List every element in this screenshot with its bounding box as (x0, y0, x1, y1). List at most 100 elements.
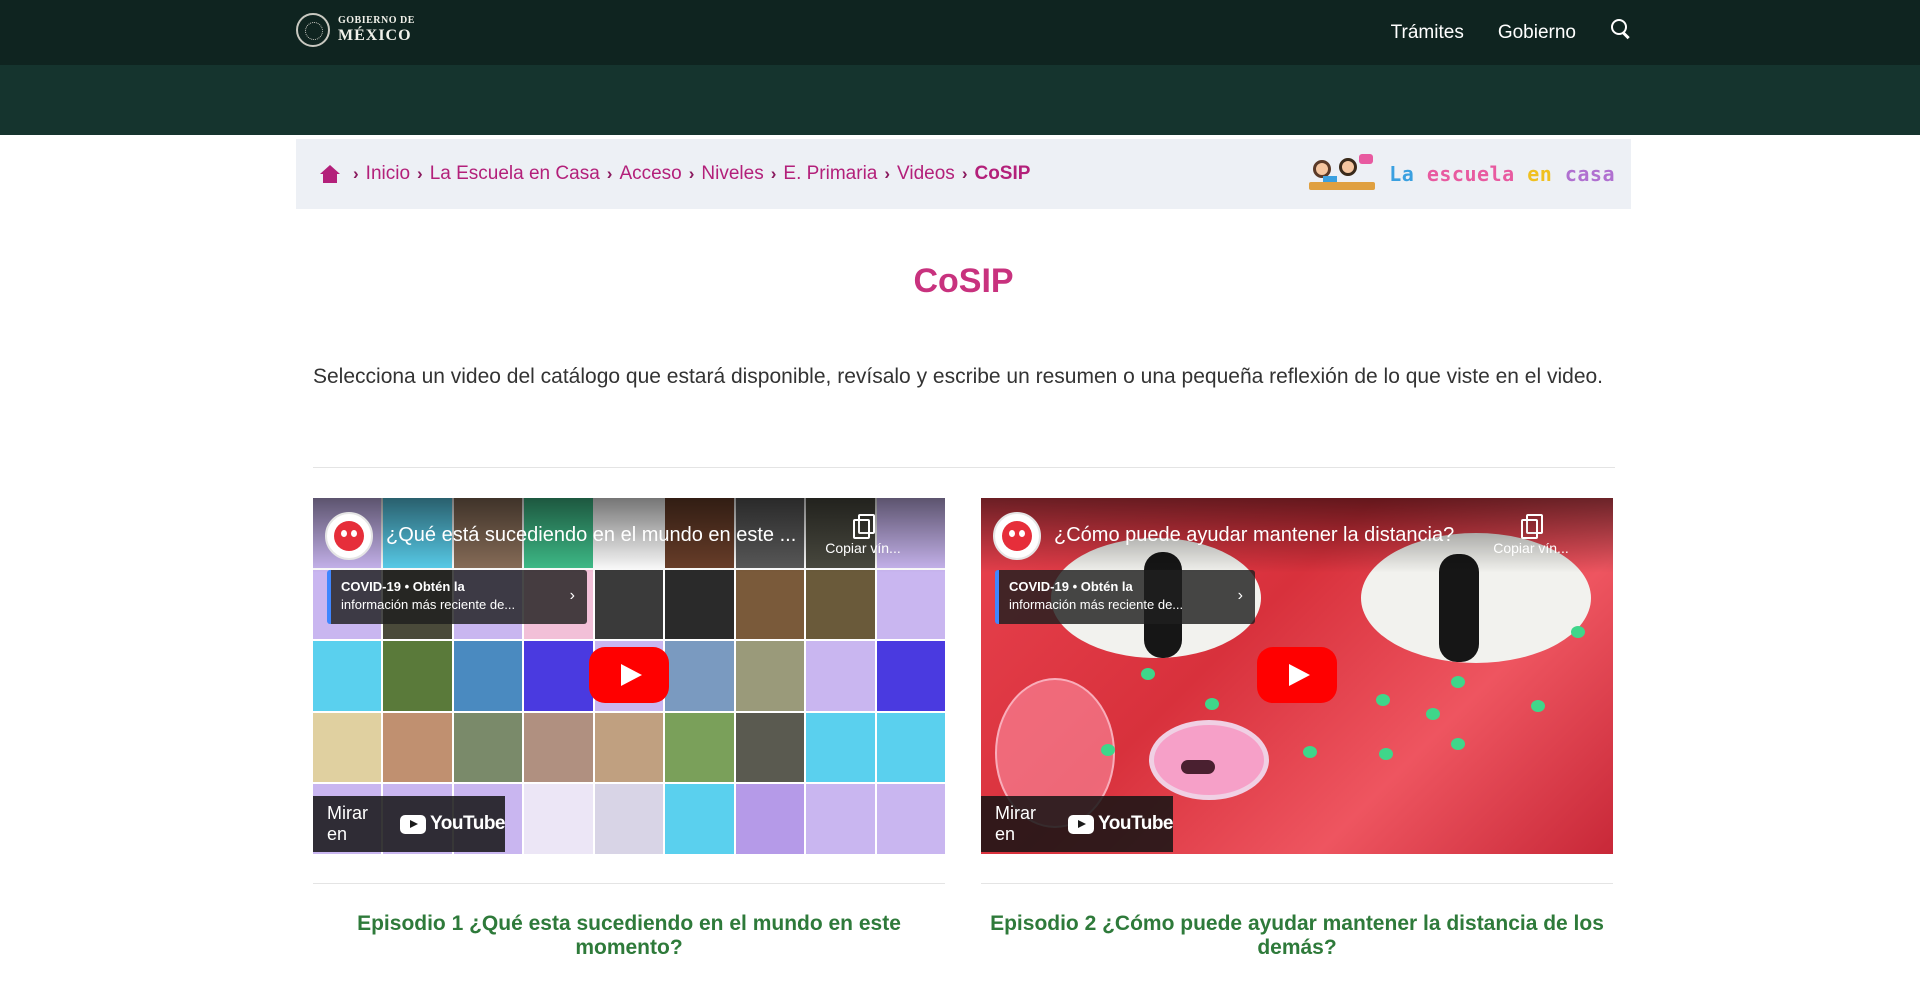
mosaic-tile (876, 641, 945, 711)
info-card-title: COVID-19 • Obtén la (341, 579, 465, 594)
mosaic-tile (594, 712, 664, 783)
mosaic-tile (383, 712, 452, 783)
breadcrumb-current: › CoSIP (955, 163, 1031, 185)
breadcrumb-label[interactable]: Niveles (701, 163, 763, 185)
copy-link-label: Copiar vín... (825, 540, 901, 556)
brand-wordmark: La escuela en casa (1389, 162, 1615, 186)
mosaic-tile (313, 641, 382, 711)
breadcrumb-label[interactable]: Inicio (366, 163, 410, 185)
brand-word-casa: casa (1564, 162, 1615, 186)
mosaic-tile (453, 641, 523, 711)
page-title: CoSIP (913, 262, 1014, 300)
watch-on-youtube-button[interactable]: Mirar en YouTube (313, 796, 505, 852)
nostril-shape (1181, 760, 1215, 774)
breadcrumb-item[interactable]: › Niveles (682, 163, 764, 185)
chevron-right-icon: › (770, 164, 777, 183)
mosaic-tile (524, 641, 593, 711)
search-icon[interactable] (1610, 18, 1632, 40)
channel-avatar[interactable] (993, 512, 1041, 560)
mosaic-tile (453, 712, 523, 783)
mosaic-tile (806, 712, 875, 783)
info-card-text: información más reciente de... (341, 597, 516, 612)
copy-link-label: Copiar vín... (1493, 540, 1569, 556)
video-title[interactable]: ¿Qué está sucediendo en el mundo en este… (386, 524, 806, 547)
brand-word-escuela: escuela (1426, 162, 1515, 186)
mosaic-tile (594, 569, 664, 640)
info-card[interactable]: COVID-19 • Obtén la información más reci… (995, 570, 1255, 624)
mosaic-tile (665, 641, 734, 711)
video-player-2[interactable]: ¿Cómo puede ayudar mantener la distancia… (981, 498, 1613, 854)
breadcrumb-item[interactable]: › La Escuela en Casa (410, 163, 600, 185)
info-card[interactable]: COVID-19 • Obtén la información más reci… (327, 570, 587, 624)
chevron-right-icon: › (353, 164, 359, 183)
mosaic-tile (806, 784, 875, 854)
chevron-right-icon: › (417, 164, 423, 183)
youtube-icon (1068, 814, 1095, 834)
episode-1-title[interactable]: Episodio 1 ¿Qué esta sucediendo en el mu… (313, 912, 945, 960)
mosaic-tile (806, 569, 875, 640)
logo-line1: GOBIERNO DE (338, 15, 415, 26)
breadcrumb-label[interactable]: Acceso (619, 163, 681, 185)
mosaic-tile (665, 569, 734, 640)
logo-text: GOBIERNO DE MÉXICO (338, 16, 415, 44)
nav-tramites[interactable]: Trámites (1391, 22, 1464, 44)
breadcrumb-item[interactable]: › Acceso (600, 163, 682, 185)
mosaic-tile (524, 784, 593, 854)
home-icon[interactable] (320, 165, 340, 183)
nav-gobierno[interactable]: Gobierno (1498, 22, 1576, 44)
channel-avatar[interactable] (325, 512, 373, 560)
brand-word-la: La (1389, 162, 1415, 186)
breadcrumb-item[interactable]: › Videos (877, 163, 954, 185)
mosaic-tile (313, 712, 382, 783)
mosaic-tile (735, 712, 805, 783)
divider (313, 467, 1615, 468)
gobierno-logo[interactable]: GOBIERNO DE MÉXICO (296, 13, 415, 47)
main-nav: Trámites Gobierno (1391, 0, 1632, 65)
watch-on-youtube-button[interactable]: Mirar en YouTube (981, 796, 1173, 852)
breadcrumb-label[interactable]: Videos (897, 163, 955, 185)
play-button-icon[interactable] (589, 647, 669, 703)
copy-link-button[interactable]: Copiar vín... (1483, 514, 1579, 556)
youtube-logo: YouTube (400, 813, 505, 835)
kids-illustration-icon (1309, 154, 1377, 194)
video-title[interactable]: ¿Cómo puede ayudar mantener la distancia… (1054, 524, 1474, 547)
mosaic-tile (383, 641, 452, 711)
mosaic-tile (735, 641, 805, 711)
mosaic-tile (876, 712, 945, 783)
breadcrumb-item[interactable]: › Inicio (346, 163, 410, 185)
breadcrumb-item[interactable]: › E. Primaria (764, 163, 878, 185)
watch-on-label: Mirar en (327, 803, 368, 844)
info-card-text: información más reciente de... (1009, 597, 1184, 612)
chevron-right-icon: › (569, 587, 575, 604)
copy-icon (1521, 514, 1543, 539)
mosaic-tile (665, 784, 734, 854)
intro-paragraph: Selecciona un video del catálogo que est… (313, 365, 1604, 388)
copy-icon (853, 514, 875, 539)
logo-line2: MÉXICO (338, 27, 412, 44)
breadcrumb-label[interactable]: La Escuela en Casa (430, 163, 600, 185)
youtube-wordmark: YouTube (430, 813, 505, 834)
mosaic-tile (735, 784, 805, 854)
seal-icon (296, 13, 330, 47)
chevron-right-icon: › (884, 164, 891, 183)
mosaic-tile (665, 712, 734, 783)
breadcrumb-current-label: CoSIP (974, 163, 1031, 184)
mosaic-tile (735, 569, 805, 640)
escuela-en-casa-logo[interactable]: La escuela en casa (1309, 151, 1615, 197)
watch-on-label: Mirar en (995, 803, 1036, 844)
chevron-right-icon: › (606, 164, 613, 183)
sub-navbar (0, 65, 1920, 135)
episode-2-title[interactable]: Episodio 2 ¿Cómo puede ayudar mantener l… (981, 912, 1613, 960)
chevron-right-icon: › (688, 164, 695, 183)
breadcrumb: › Inicio › La Escuela en Casa › Acceso › Niv… (296, 139, 1631, 209)
mosaic-tile (594, 784, 664, 854)
copy-link-button[interactable]: Copiar vín... (815, 514, 911, 556)
video-player-1[interactable]: ¿Qué está sucediendo en el mundo en este… (313, 498, 945, 854)
germ-icon (334, 521, 364, 551)
play-button-icon[interactable] (1257, 647, 1337, 703)
chevron-right-icon: › (1237, 587, 1243, 604)
info-card-title: COVID-19 • Obtén la (1009, 579, 1133, 594)
youtube-logo: YouTube (1068, 813, 1173, 835)
brand-word-en: en (1527, 162, 1553, 186)
breadcrumb-label[interactable]: E. Primaria (783, 163, 877, 185)
